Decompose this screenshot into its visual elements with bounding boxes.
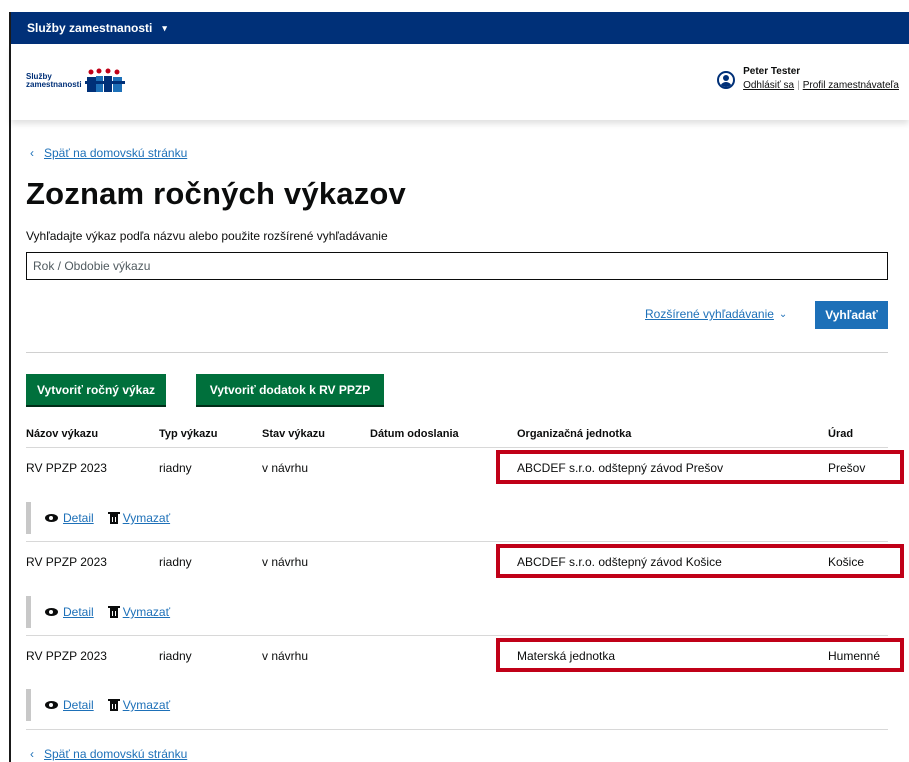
advanced-search-toggle[interactable]: Rozšírené vyhľadávanie ⌄ [645,307,787,321]
chevron-down-icon[interactable]: ▾ [162,23,167,34]
user-avatar-icon [717,71,736,89]
table-row-divider [26,541,888,542]
row-name: RV PPZP 2023 [26,649,107,663]
trash-icon [107,605,120,618]
row-status: v návrhu [262,461,309,475]
row-actions-bar [26,689,31,721]
detail-link[interactable]: Detail [63,605,94,619]
create-report-button[interactable]: Vytvoriť ročný výkaz [26,374,166,405]
top-bar-title[interactable]: Služby zamestnanosti [27,21,152,35]
top-bar: Služby zamestnanosti ▾ [11,12,909,44]
delete-link[interactable]: Vymazať [123,511,170,525]
employer-profile-link[interactable]: Profil zamestnávateľa [803,80,899,91]
search-button[interactable]: Vyhľadať [815,301,888,329]
column-header-name: Názov výkazu [26,428,99,440]
row-actions: Detail Vymazať [26,502,186,534]
row-status: v návrhu [262,555,309,569]
eye-icon [45,514,58,522]
delete-link[interactable]: Vymazať [123,698,170,712]
create-supplement-button[interactable]: Vytvoriť dodatok k RV PPZP [196,374,384,405]
row-actions: Detail Vymazať [26,596,186,628]
back-link-top[interactable]: ‹ Späť na domovskú stránku [30,146,187,160]
highlight-box [496,450,904,484]
table-row-divider [26,729,888,730]
divider [26,352,888,353]
search-hint: Vyhľadajte výkaz podľa názvu alebo použi… [26,229,388,243]
link-separator: | [797,80,800,91]
chevron-left-icon: ‹ [30,747,34,761]
detail-action[interactable]: Detail [45,698,94,712]
row-type: riadny [159,649,192,663]
detail-link[interactable]: Detail [63,698,94,712]
detail-action[interactable]: Detail [45,511,94,525]
column-header-unit: Organizačná jednotka [517,428,632,440]
table-row-divider [26,635,888,636]
delete-action[interactable]: Vymazať [107,605,170,619]
column-header-type: Typ výkazu [159,428,218,440]
row-actions-bar [26,502,31,534]
highlight-box [496,544,904,578]
detail-action[interactable]: Detail [45,605,94,619]
eye-icon [45,608,58,616]
delete-action[interactable]: Vymazať [107,698,170,712]
row-status: v návrhu [262,649,309,663]
logout-link[interactable]: Odhlásiť sa [743,80,794,91]
highlight-box [496,638,904,672]
delete-action[interactable]: Vymazať [107,511,170,525]
user-panel: Peter Tester Odhlásiť sa | Profil zamestná… [717,66,899,91]
delete-link[interactable]: Vymazať [123,605,170,619]
eye-icon [45,701,58,709]
row-actions-bar [26,596,31,628]
logo-text-line2: zamestnanosti [26,80,82,89]
advanced-search-label[interactable]: Rozšírené vyhľadávanie [645,307,774,321]
row-type: riadny [159,461,192,475]
user-name: Peter Tester [743,66,801,77]
logo[interactable]: Služby zamestnanosti [26,68,125,94]
trash-icon [107,511,120,524]
back-link-bottom-label[interactable]: Späť na domovskú stránku [44,747,187,761]
people-logo-icon [84,68,125,92]
back-link-bottom[interactable]: ‹ Späť na domovskú stránku [30,747,187,761]
chevron-down-icon: ⌄ [778,308,788,320]
row-name: RV PPZP 2023 [26,461,107,475]
column-header-date: Dátum odoslania [370,428,459,440]
column-header-office: Úrad [828,428,854,440]
left-frame-border [9,12,11,762]
search-input[interactable] [26,252,888,280]
detail-link[interactable]: Detail [63,511,94,525]
column-header-status: Stav výkazu [262,428,325,440]
row-name: RV PPZP 2023 [26,555,107,569]
trash-icon [107,698,120,711]
table-header-divider [26,447,888,448]
page-title: Zoznam ročných výkazov [26,176,406,211]
back-link-top-label[interactable]: Späť na domovskú stránku [44,146,187,160]
chevron-left-icon: ‹ [30,146,34,160]
site-header: Služby zamestnanosti Peter Tester Odhlás… [11,44,909,120]
row-type: riadny [159,555,192,569]
row-actions: Detail Vymazať [26,689,186,721]
